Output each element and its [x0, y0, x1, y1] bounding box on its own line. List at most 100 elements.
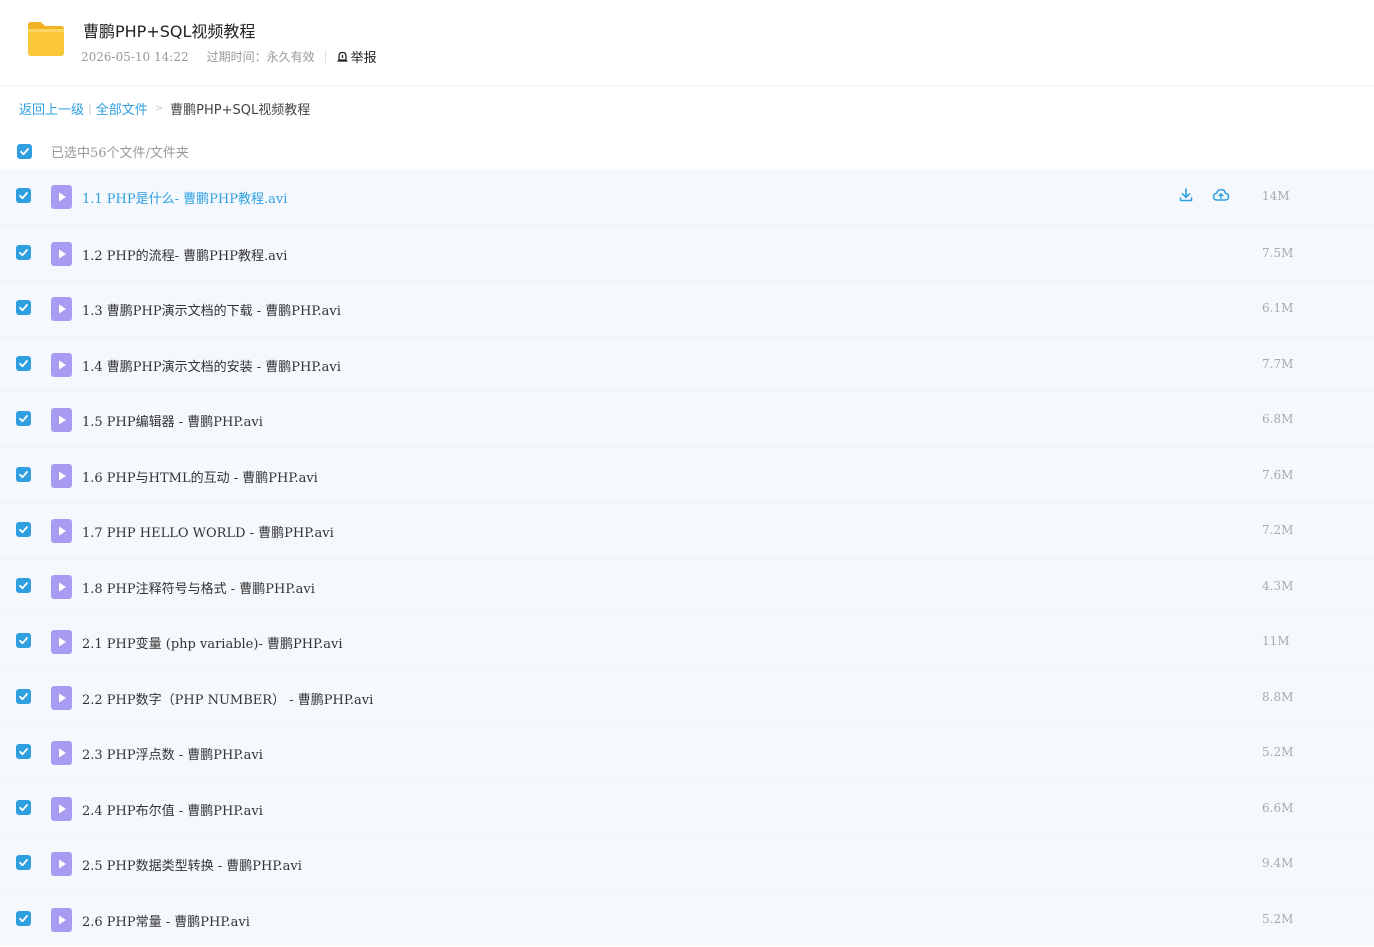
- file-checkbox[interactable]: [16, 466, 31, 482]
- check-icon: [19, 526, 28, 534]
- file-name[interactable]: 2.5 PHP数据类型转换 - 曹鹏PHP.avi: [82, 855, 302, 874]
- video-file-icon: [51, 685, 72, 710]
- check-icon: [19, 304, 28, 312]
- file-checkbox[interactable]: [16, 188, 31, 203]
- breadcrumb-current: 曹鹏PHP+SQL视频教程: [170, 103, 311, 118]
- video-file-icon: [51, 574, 72, 599]
- report-button[interactable]: 举报: [336, 47, 377, 66]
- file-name[interactable]: 1.1 PHP是什么- 曹鹏PHP教程.avi: [82, 188, 287, 207]
- file-checkbox[interactable]: [16, 688, 31, 704]
- video-file-icon: [51, 630, 72, 654]
- video-file-icon: [51, 241, 72, 266]
- video-file-icon: [51, 741, 72, 765]
- file-name[interactable]: 1.8 PHP注释符号与格式 - 曹鹏PHP.avi: [82, 578, 315, 597]
- file-size: 14M: [1262, 189, 1290, 203]
- file-row[interactable]: 1.8 PHP注释符号与格式 - 曹鹏PHP.avi 4.3M: [0, 557, 1374, 613]
- file-size: 7.6M: [1262, 467, 1294, 482]
- file-checkbox[interactable]: [16, 799, 31, 815]
- file-row[interactable]: 1.1 PHP是什么- 曹鹏PHP教程.avi 14M: [0, 169, 1374, 225]
- file-checkbox[interactable]: [16, 910, 31, 926]
- file-row[interactable]: 1.2 PHP的流程- 曹鹏PHP教程.avi 7.5M: [0, 224, 1374, 280]
- check-icon: [20, 148, 29, 156]
- download-button[interactable]: [1177, 186, 1195, 204]
- file-row[interactable]: 2.3 PHP浮点数 - 曹鹏PHP.avi 5.2M: [0, 724, 1374, 780]
- file-row[interactable]: 1.4 曹鹏PHP演示文档的安装 - 曹鹏PHP.avi 7.7M: [0, 335, 1374, 391]
- file-checkbox[interactable]: [16, 300, 31, 315]
- video-file-icon: [51, 297, 72, 321]
- check-icon: [19, 192, 28, 200]
- file-size: 4.3M: [1262, 578, 1294, 593]
- file-name[interactable]: 2.6 PHP常量 - 曹鹏PHP.avi: [82, 911, 250, 930]
- file-name[interactable]: 2.1 PHP变量 (php variable)- 曹鹏PHP.avi: [82, 633, 343, 652]
- video-file-icon: [51, 519, 72, 543]
- file-name[interactable]: 2.2 PHP数字（PHP NUMBER） - 曹鹏PHP.avi: [82, 689, 373, 708]
- video-file-icon: [51, 463, 72, 488]
- file-checkbox[interactable]: [16, 522, 31, 537]
- file-size: 9.4M: [1262, 856, 1294, 870]
- selection-summary: 已选中56个文件/文件夹: [51, 146, 189, 161]
- folder-icon: [28, 22, 64, 56]
- select-all-checkbox[interactable]: [17, 144, 32, 159]
- file-row[interactable]: 1.3 曹鹏PHP演示文档的下载 - 曹鹏PHP.avi 6.1M: [0, 280, 1374, 336]
- check-icon: [19, 803, 28, 811]
- check-icon: [19, 248, 28, 256]
- file-size: 7.7M: [1262, 356, 1294, 371]
- check-icon: [19, 415, 28, 423]
- check-icon: [19, 914, 28, 922]
- video-file-icon: [51, 796, 72, 821]
- file-size: 7.2M: [1262, 523, 1294, 537]
- file-name[interactable]: 1.3 曹鹏PHP演示文档的下载 - 曹鹏PHP.avi: [82, 300, 341, 319]
- select-all-bar: 已选中56个文件/文件夹: [17, 142, 189, 161]
- file-size: 7.5M: [1262, 245, 1294, 260]
- file-checkbox[interactable]: [16, 244, 31, 260]
- video-file-icon: [51, 352, 72, 377]
- file-size: 8.8M: [1262, 689, 1294, 704]
- file-checkbox[interactable]: [16, 355, 31, 371]
- file-row[interactable]: 2.4 PHP布尔值 - 曹鹏PHP.avi 6.6M: [0, 779, 1374, 835]
- file-name[interactable]: 2.3 PHP浮点数 - 曹鹏PHP.avi: [82, 744, 263, 763]
- file-name[interactable]: 2.4 PHP布尔值 - 曹鹏PHP.avi: [82, 800, 263, 819]
- back-link[interactable]: 返回上一级: [19, 99, 84, 118]
- video-file-icon: [51, 852, 72, 876]
- save-to-cloud-button[interactable]: [1212, 186, 1230, 204]
- file-size: 6.8M: [1262, 412, 1294, 426]
- file-name[interactable]: 1.2 PHP的流程- 曹鹏PHP教程.avi: [82, 245, 287, 264]
- file-checkbox[interactable]: [16, 633, 31, 648]
- report-icon: [337, 51, 348, 62]
- file-row[interactable]: 1.7 PHP HELLO WORLD - 曹鹏PHP.avi 7.2M: [0, 502, 1374, 558]
- file-size: 6.6M: [1262, 800, 1294, 815]
- file-size: 6.1M: [1262, 301, 1294, 315]
- file-checkbox[interactable]: [16, 855, 31, 870]
- file-name[interactable]: 1.5 PHP编辑器 - 曹鹏PHP.avi: [82, 411, 263, 430]
- check-icon: [19, 748, 28, 756]
- file-size: 11M: [1262, 634, 1290, 648]
- file-row[interactable]: 1.6 PHP与HTML的互动 - 曹鹏PHP.avi 7.6M: [0, 446, 1374, 502]
- cloud-upload-icon: [1212, 188, 1230, 201]
- file-row[interactable]: 1.5 PHP编辑器 - 曹鹏PHP.avi 6.8M: [0, 391, 1374, 447]
- report-label: 举报: [350, 51, 377, 66]
- file-list: 1.1 PHP是什么- 曹鹏PHP教程.avi 14M 1.2 PHP的流程- …: [0, 169, 1374, 946]
- breadcrumb-divider: |: [88, 102, 92, 115]
- file-row[interactable]: 2.5 PHP数据类型转换 - 曹鹏PHP.avi 9.4M: [0, 835, 1374, 891]
- file-checkbox[interactable]: [16, 411, 31, 426]
- file-name[interactable]: 1.6 PHP与HTML的互动 - 曹鹏PHP.avi: [82, 467, 318, 486]
- all-files-link[interactable]: 全部文件: [96, 99, 148, 118]
- share-header: 曹鹏PHP+SQL视频教程 2026-05-10 14:22 过期时间：永久有效…: [0, 0, 1374, 86]
- check-icon: [19, 581, 28, 589]
- file-checkbox[interactable]: [16, 577, 31, 593]
- page-title: 曹鹏PHP+SQL视频教程: [83, 22, 256, 41]
- file-checkbox[interactable]: [16, 744, 31, 759]
- file-name[interactable]: 1.4 曹鹏PHP演示文档的安装 - 曹鹏PHP.avi: [82, 356, 341, 375]
- share-date: 2026-05-10 14:22: [81, 49, 189, 64]
- breadcrumb: 返回上一级 | 全部文件 > 曹鹏PHP+SQL视频教程: [19, 99, 310, 118]
- file-name[interactable]: 1.7 PHP HELLO WORLD - 曹鹏PHP.avi: [82, 522, 334, 541]
- file-row[interactable]: 2.6 PHP常量 - 曹鹏PHP.avi 5.2M: [0, 890, 1374, 946]
- video-file-icon: [51, 907, 72, 932]
- check-icon: [19, 692, 28, 700]
- file-row[interactable]: 2.1 PHP变量 (php variable)- 曹鹏PHP.avi 11M: [0, 613, 1374, 669]
- share-meta: 2026-05-10 14:22 过期时间：永久有效 举报: [81, 47, 377, 67]
- file-row[interactable]: 2.2 PHP数字（PHP NUMBER） - 曹鹏PHP.avi 8.8M: [0, 668, 1374, 724]
- file-size: 5.2M: [1262, 745, 1294, 759]
- check-icon: [19, 859, 28, 867]
- expire-info: 过期时间：永久有效: [206, 50, 315, 64]
